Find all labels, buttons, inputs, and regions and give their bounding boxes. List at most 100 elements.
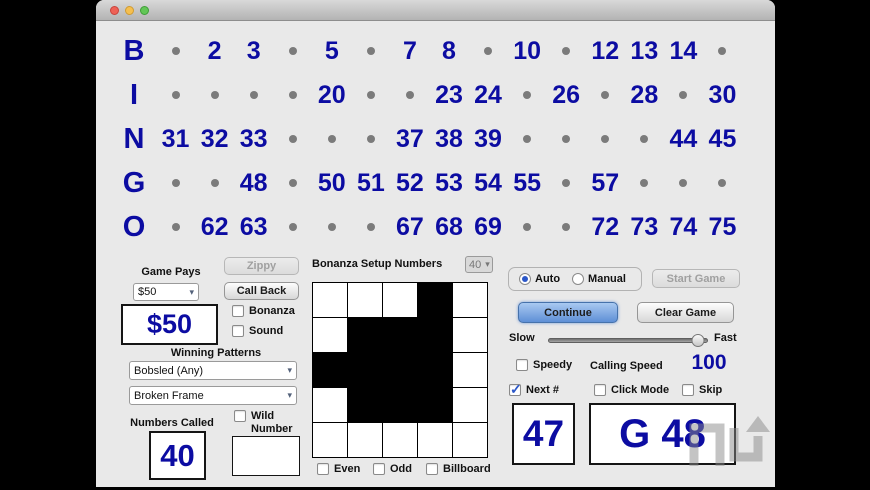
pattern-cell-filled[interactable]: [348, 353, 382, 387]
pattern-cell-empty[interactable]: [453, 423, 487, 457]
uncalled-number-dot[interactable]: [390, 73, 429, 117]
uncalled-number-dot[interactable]: [508, 117, 547, 161]
called-number[interactable]: 69: [469, 205, 508, 249]
uncalled-number-dot[interactable]: [508, 205, 547, 249]
uncalled-number-dot[interactable]: [273, 161, 312, 205]
clear-game-button[interactable]: Clear Game: [637, 302, 734, 323]
pattern-cell-empty[interactable]: [313, 283, 347, 317]
continue-button[interactable]: Continue: [518, 302, 618, 323]
uncalled-number-dot[interactable]: [469, 29, 508, 73]
start-game-button[interactable]: Start Game: [652, 269, 740, 288]
calling-speed-slider[interactable]: [548, 334, 708, 347]
pattern-cell-empty[interactable]: [383, 283, 417, 317]
called-number[interactable]: 72: [586, 205, 625, 249]
uncalled-number-dot[interactable]: [312, 117, 351, 161]
uncalled-number-dot[interactable]: [351, 73, 390, 117]
uncalled-number-dot[interactable]: [273, 117, 312, 161]
pattern-cell-empty[interactable]: [348, 283, 382, 317]
uncalled-number-dot[interactable]: [156, 29, 195, 73]
called-number[interactable]: 14: [664, 29, 703, 73]
pattern-cell-filled[interactable]: [348, 388, 382, 422]
called-number[interactable]: 53: [429, 161, 468, 205]
next-number-checkbox[interactable]: Next #: [509, 381, 559, 398]
called-number[interactable]: 45: [703, 117, 742, 161]
window-titlebar[interactable]: [96, 0, 775, 21]
called-number[interactable]: 67: [390, 205, 429, 249]
pattern-cell-filled[interactable]: [383, 353, 417, 387]
uncalled-number-dot[interactable]: [586, 73, 625, 117]
called-number[interactable]: 26: [547, 73, 586, 117]
called-number[interactable]: 39: [469, 117, 508, 161]
pattern-cell-filled[interactable]: [418, 388, 452, 422]
pattern-cell-filled[interactable]: [418, 353, 452, 387]
zoom-button[interactable]: [140, 6, 149, 15]
pattern-cell-empty[interactable]: [383, 423, 417, 457]
uncalled-number-dot[interactable]: [703, 29, 742, 73]
auto-radio[interactable]: Auto: [519, 273, 560, 285]
pattern-cell-empty[interactable]: [313, 423, 347, 457]
uncalled-number-dot[interactable]: [664, 161, 703, 205]
called-number[interactable]: 24: [469, 73, 508, 117]
called-number[interactable]: 63: [234, 205, 273, 249]
called-number[interactable]: 52: [390, 161, 429, 205]
uncalled-number-dot[interactable]: [156, 205, 195, 249]
pattern-cell-filled[interactable]: [383, 388, 417, 422]
game-pays-select[interactable]: $50 ▾: [133, 283, 199, 301]
slider-thumb[interactable]: [691, 334, 705, 347]
called-number[interactable]: 50: [312, 161, 351, 205]
pattern-cell-empty[interactable]: [313, 388, 347, 422]
pattern-cell-filled[interactable]: [313, 353, 347, 387]
uncalled-number-dot[interactable]: [547, 117, 586, 161]
pattern-cell-empty[interactable]: [453, 318, 487, 352]
pattern-cell-filled[interactable]: [383, 318, 417, 352]
sound-checkbox[interactable]: Sound: [232, 325, 283, 338]
called-number[interactable]: 33: [234, 117, 273, 161]
uncalled-number-dot[interactable]: [547, 29, 586, 73]
called-number[interactable]: 37: [390, 117, 429, 161]
uncalled-number-dot[interactable]: [508, 73, 547, 117]
uncalled-number-dot[interactable]: [234, 73, 273, 117]
pattern-cell-filled[interactable]: [418, 283, 452, 317]
billboard-checkbox[interactable]: Billboard: [426, 463, 491, 476]
called-number[interactable]: 5: [312, 29, 351, 73]
pattern-cell-filled[interactable]: [348, 318, 382, 352]
called-number[interactable]: 7: [390, 29, 429, 73]
uncalled-number-dot[interactable]: [625, 117, 664, 161]
pattern-cell-empty[interactable]: [453, 283, 487, 317]
uncalled-number-dot[interactable]: [351, 117, 390, 161]
even-checkbox[interactable]: Even: [317, 463, 360, 476]
wild-number-checkbox[interactable]: Wild Number: [234, 410, 299, 435]
close-button[interactable]: [110, 6, 119, 15]
uncalled-number-dot[interactable]: [195, 73, 234, 117]
uncalled-number-dot[interactable]: [312, 205, 351, 249]
called-number[interactable]: 8: [429, 29, 468, 73]
uncalled-number-dot[interactable]: [547, 205, 586, 249]
uncalled-number-dot[interactable]: [703, 161, 742, 205]
called-number[interactable]: 51: [351, 161, 390, 205]
skip-checkbox[interactable]: Skip: [682, 384, 722, 397]
pattern-cell-empty[interactable]: [453, 353, 487, 387]
called-number[interactable]: 20: [312, 73, 351, 117]
minimize-button[interactable]: [125, 6, 134, 15]
pattern-cell-filled[interactable]: [418, 318, 452, 352]
uncalled-number-dot[interactable]: [195, 161, 234, 205]
uncalled-number-dot[interactable]: [273, 73, 312, 117]
manual-radio[interactable]: Manual: [572, 273, 626, 285]
pattern-cell-empty[interactable]: [348, 423, 382, 457]
called-number[interactable]: 55: [508, 161, 547, 205]
called-number[interactable]: 68: [429, 205, 468, 249]
called-number[interactable]: 28: [625, 73, 664, 117]
bonanza-checkbox[interactable]: Bonanza: [232, 305, 295, 318]
call-back-button[interactable]: Call Back: [224, 282, 299, 300]
called-number[interactable]: 74: [664, 205, 703, 249]
called-number[interactable]: 32: [195, 117, 234, 161]
called-number[interactable]: 13: [625, 29, 664, 73]
called-number[interactable]: 3: [234, 29, 273, 73]
called-number[interactable]: 23: [429, 73, 468, 117]
uncalled-number-dot[interactable]: [586, 117, 625, 161]
uncalled-number-dot[interactable]: [351, 29, 390, 73]
pattern-select-1[interactable]: Bobsled (Any) ▾: [129, 361, 297, 380]
called-number[interactable]: 75: [703, 205, 742, 249]
uncalled-number-dot[interactable]: [156, 73, 195, 117]
pattern-cell-empty[interactable]: [453, 388, 487, 422]
